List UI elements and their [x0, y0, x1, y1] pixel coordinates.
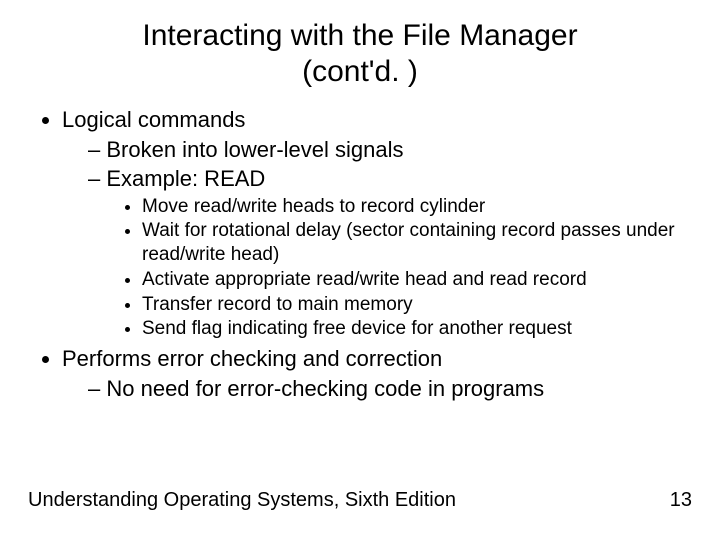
- bullet-l2-item: Broken into lower-level signals: [88, 136, 692, 164]
- slide: Interacting with the File Manager (cont'…: [0, 0, 720, 540]
- title-line-1: Interacting with the File Manager: [142, 19, 577, 52]
- bullet-text: Logical commands: [62, 107, 245, 132]
- bullet-text: Transfer record to main memory: [142, 294, 413, 315]
- bullet-l3-item: Move read/write heads to record cylinder: [142, 195, 692, 219]
- bullet-list-level3: Move read/write heads to record cylinder…: [88, 195, 692, 342]
- slide-body: Logical commands Broken into lower-level…: [0, 90, 720, 402]
- bullet-text: Send flag indicating free device for ano…: [142, 318, 572, 339]
- title-line-2: (cont'd. ): [302, 55, 418, 88]
- bullet-l3-item: Send flag indicating free device for ano…: [142, 317, 692, 341]
- bullet-text: Example: READ: [106, 166, 265, 191]
- bullet-list-level2: No need for error-checking code in progr…: [62, 375, 692, 403]
- bullet-list-level2: Broken into lower-level signals Example:…: [62, 136, 692, 342]
- bullet-text: Broken into lower-level signals: [106, 137, 403, 162]
- bullet-text: Activate appropriate read/write head and…: [142, 269, 587, 290]
- slide-footer: Understanding Operating Systems, Sixth E…: [28, 489, 692, 512]
- bullet-text: Performs error checking and correction: [62, 346, 442, 371]
- bullet-list-level1: Logical commands Broken into lower-level…: [28, 106, 692, 402]
- bullet-l1-item: Logical commands Broken into lower-level…: [62, 106, 692, 341]
- bullet-l3-item: Activate appropriate read/write head and…: [142, 268, 692, 292]
- bullet-l2-item: No need for error-checking code in progr…: [88, 375, 692, 403]
- footer-source: Understanding Operating Systems, Sixth E…: [28, 489, 456, 512]
- bullet-l1-item: Performs error checking and correction N…: [62, 345, 692, 402]
- page-number: 13: [670, 489, 692, 512]
- bullet-l3-item: Wait for rotational delay (sector contai…: [142, 219, 692, 267]
- bullet-text: Move read/write heads to record cylinder: [142, 196, 485, 217]
- bullet-text: Wait for rotational delay (sector contai…: [142, 220, 675, 265]
- bullet-l2-item: Example: READ Move read/write heads to r…: [88, 165, 692, 341]
- bullet-l3-item: Transfer record to main memory: [142, 293, 692, 317]
- slide-title: Interacting with the File Manager (cont'…: [0, 0, 720, 90]
- bullet-text: No need for error-checking code in progr…: [106, 376, 544, 401]
